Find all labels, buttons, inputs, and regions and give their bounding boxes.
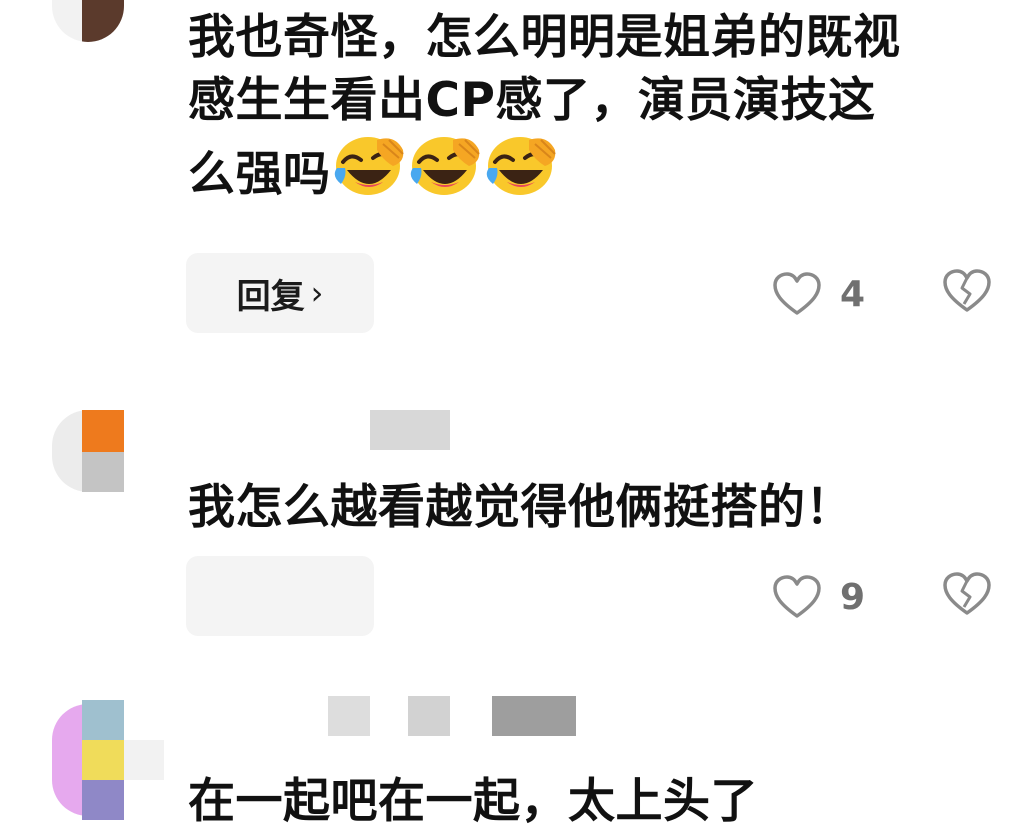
comment-text: 我怎么越看越觉得他俩挺搭的！ <box>188 480 853 535</box>
comment-line: 我也奇怪，怎么明明是姐弟的既视 <box>188 10 901 65</box>
reply-button-redacted[interactable] <box>186 556 374 636</box>
avatar-mosaic <box>82 452 124 492</box>
laughing-emoji-icon <box>409 132 483 196</box>
comment-feed: 我也奇怪，怎么明明是姐弟的既视 感生生看出CP感了，演员演技这 么强吗 回复 ›… <box>0 0 1032 828</box>
avatar-mosaic <box>82 780 124 820</box>
comment-line: 感生生看出CP感了，演员演技这 <box>188 73 876 128</box>
comment-meta-redacted <box>190 696 610 750</box>
like-count: 9 <box>840 576 866 618</box>
like-count: 4 <box>840 273 866 315</box>
chevron-right-icon: › <box>310 274 324 312</box>
laughing-emoji-icon <box>333 132 407 196</box>
reply-label: 回复 <box>236 276 305 317</box>
comment-text: 在一起吧在一起，太上头了 <box>188 774 758 828</box>
comment-meta-redacted <box>195 410 635 450</box>
avatar-mosaic <box>82 410 124 452</box>
heart-icon <box>772 271 822 317</box>
laughing-emoji-icon <box>485 132 559 196</box>
avatar[interactable] <box>52 0 124 42</box>
comment-text: 我也奇怪，怎么明明是姐弟的既视 感生生看出CP感了，演员演技这 么强吗 <box>188 6 901 206</box>
heart-icon <box>772 574 822 620</box>
avatar-mosaic <box>82 700 124 740</box>
like-button[interactable]: 9 <box>772 571 882 623</box>
avatar-mosaic <box>82 740 124 780</box>
dislike-button[interactable] <box>942 268 994 320</box>
dislike-button[interactable] <box>942 571 994 623</box>
avatar-mosaic <box>124 740 164 780</box>
broken-heart-icon <box>942 268 994 314</box>
reply-button[interactable]: 回复 › <box>186 253 374 333</box>
like-button[interactable]: 4 <box>772 268 882 320</box>
broken-heart-icon <box>942 571 994 617</box>
comment-line: 么强吗 <box>188 132 901 206</box>
